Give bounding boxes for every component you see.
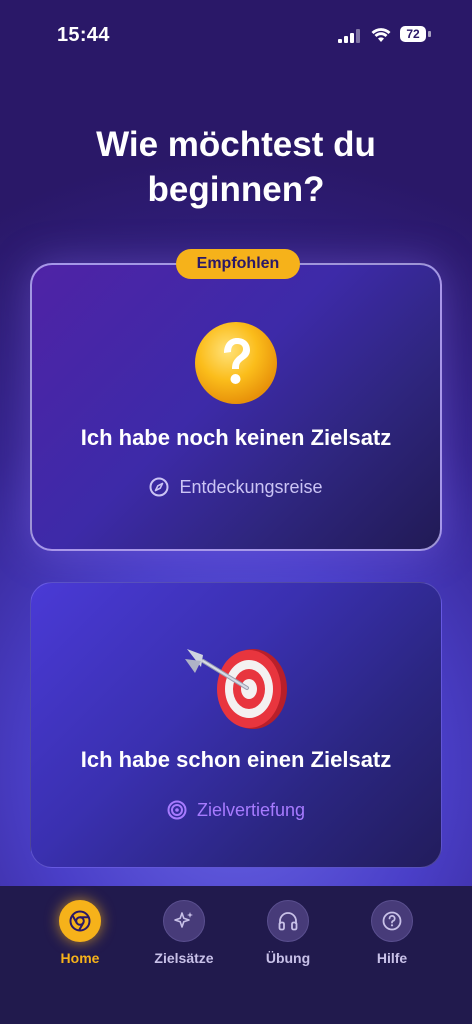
tab-label: Übung (265, 950, 311, 966)
tab-home-icon-wrap (59, 900, 101, 942)
status-time: 15:44 (57, 24, 110, 46)
option-card-deepening[interactable]: Ich habe schon einen Zielsatz Zielvertie… (30, 582, 442, 868)
signal-icon (338, 29, 360, 43)
tab-label: Hilfe (376, 950, 408, 966)
page-title: Wie möchtest du beginnen? (96, 125, 376, 209)
target-rings-icon (167, 800, 187, 820)
option-subtitle: Entdeckungsreise (32, 477, 440, 498)
option-subtitle-label: Zielvertiefung (196, 800, 306, 820)
tab-hilfe-icon-wrap (371, 900, 413, 942)
sparkle-icon (174, 912, 193, 928)
tab-uebung[interactable]: Übung (248, 900, 328, 966)
tab-zielsaetze-icon-wrap (163, 900, 205, 942)
tab-zielsaetze[interactable]: Zielsätze (144, 900, 224, 966)
question-mark-icon (195, 322, 277, 404)
option-subtitle-label: Entdeckungsreise (179, 477, 323, 497)
tab-label: Zielsätze (154, 950, 214, 966)
battery-cap (428, 31, 431, 37)
option-title: Ich habe schon einen Zielsatz (80, 747, 392, 772)
option-title: Ich habe noch keinen Zielsatz (80, 425, 392, 450)
option-subtitle: Zielvertiefung (31, 800, 441, 821)
battery-indicator: 72 (400, 26, 426, 42)
help-circle-icon (382, 911, 402, 931)
tab-bar: Home Zielsätze Übung Hilfe (0, 886, 472, 1024)
status-bar: 15:44 72 (0, 0, 472, 70)
tab-home[interactable]: Home (40, 900, 120, 966)
tab-hilfe[interactable]: Hilfe (352, 900, 432, 966)
option-card-discovery[interactable]: Empfohlen Ich habe noch keinen Zielsatz … (30, 249, 442, 551)
dart-target-icon (185, 649, 287, 729)
tab-uebung-icon-wrap (267, 900, 309, 942)
tab-label: Home (60, 950, 100, 966)
wifi-icon (371, 28, 391, 42)
chrome-home-icon (69, 910, 91, 932)
headphones-icon (278, 912, 298, 931)
compass-icon (149, 477, 169, 497)
recommended-badge: Empfohlen (176, 249, 300, 279)
